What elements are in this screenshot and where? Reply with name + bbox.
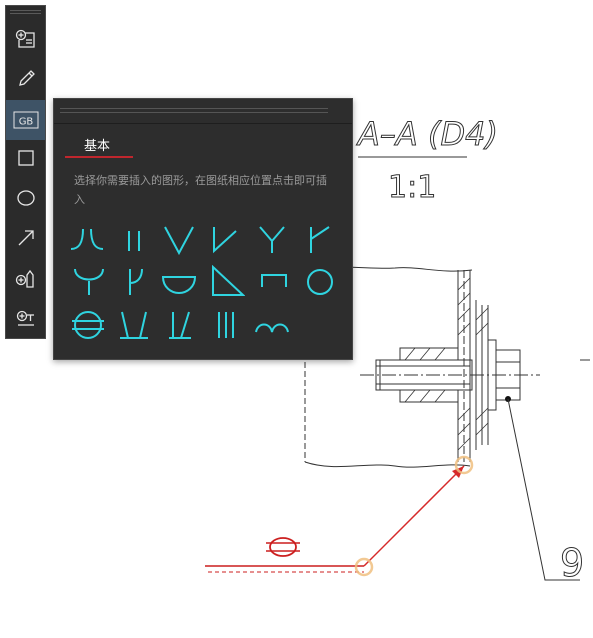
insert-attachment-icon bbox=[14, 267, 38, 291]
section-label: A–A (D4) bbox=[356, 115, 498, 153]
balloon-number: 9 bbox=[560, 541, 584, 585]
weld-bevel-groove-symbol[interactable] bbox=[206, 223, 242, 257]
toolbar-grip-line bbox=[10, 13, 41, 14]
weld-square-groove-symbol[interactable] bbox=[116, 223, 152, 257]
pencil-icon bbox=[14, 66, 38, 90]
pencil-tool[interactable] bbox=[6, 59, 45, 97]
panel-hint-text: 选择你需要插入的图形，在图纸相应位置点击即可插入 bbox=[74, 174, 327, 206]
arrow-tool[interactable] bbox=[6, 219, 45, 257]
weld-flare-bevel-symbol[interactable] bbox=[69, 223, 105, 257]
arrow-icon bbox=[14, 226, 38, 250]
scale-label: 1:1 bbox=[388, 170, 436, 205]
weld-y-groove-symbol[interactable] bbox=[254, 223, 290, 257]
weld-spot-symbol[interactable] bbox=[302, 265, 338, 299]
insert-text-box-tool[interactable] bbox=[6, 300, 45, 338]
gb-symbols-panel: 基本 选择你需要插入的图形，在图纸相应位置点击即可插入 bbox=[53, 98, 353, 360]
weld-fillet-symbol[interactable] bbox=[209, 265, 245, 299]
panel-grip[interactable] bbox=[60, 108, 328, 109]
insert-text-box-icon bbox=[14, 307, 38, 331]
weld-j-groove-symbol[interactable] bbox=[116, 265, 152, 299]
panel-header-divider bbox=[54, 123, 352, 124]
gb-symbols-tool[interactable]: GB bbox=[6, 100, 45, 140]
weld-annotation[interactable] bbox=[205, 455, 474, 577]
ellipse-tool[interactable] bbox=[6, 179, 45, 217]
tab-basic-underline bbox=[65, 156, 133, 158]
seam-weld-symbol bbox=[269, 537, 297, 557]
panel-grip-line bbox=[60, 112, 328, 113]
weld-seam-symbol[interactable] bbox=[70, 308, 106, 342]
gb-icon: GB bbox=[13, 110, 39, 130]
annotation-toolbar: GB bbox=[5, 5, 46, 339]
balloon-leader: 9 bbox=[505, 396, 585, 586]
weld-backing-run-symbol[interactable] bbox=[161, 265, 197, 299]
rectangle-icon bbox=[14, 146, 38, 170]
weld-steep-v-symbol[interactable] bbox=[116, 308, 152, 342]
weld-u-groove-symbol[interactable] bbox=[71, 265, 107, 299]
weld-steep-bevel-symbol[interactable] bbox=[161, 308, 197, 342]
toolbar-grip[interactable] bbox=[10, 10, 41, 11]
tab-basic[interactable]: 基本 bbox=[84, 135, 110, 154]
weld-j-bevel-symbol[interactable] bbox=[301, 223, 337, 257]
insert-text-icon bbox=[14, 27, 38, 51]
weld-edge-flange-symbol[interactable] bbox=[254, 308, 290, 342]
ellipse-icon bbox=[14, 186, 38, 210]
insert-text-tool[interactable] bbox=[6, 20, 45, 58]
rectangle-tool[interactable] bbox=[6, 139, 45, 177]
weld-surfacing-symbol[interactable] bbox=[209, 308, 245, 342]
leader-start-handle[interactable] bbox=[354, 557, 374, 577]
svg-text:GB: GB bbox=[18, 117, 33, 128]
weld-v-groove-symbol[interactable] bbox=[161, 223, 197, 257]
insert-attachment-tool[interactable] bbox=[6, 260, 45, 298]
weld-plug-slot-symbol[interactable] bbox=[256, 265, 292, 299]
